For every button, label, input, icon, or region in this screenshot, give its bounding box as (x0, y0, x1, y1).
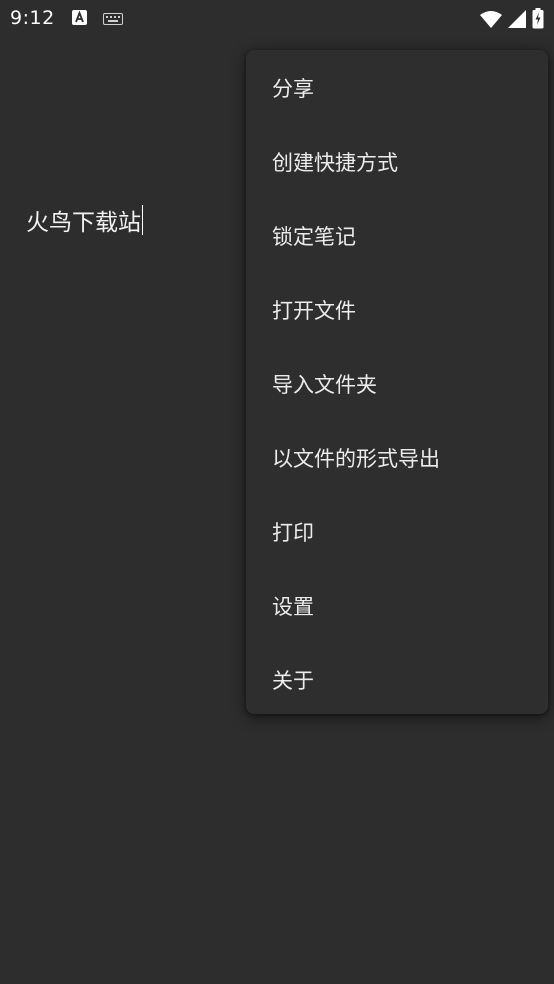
status-time: 9:12 (10, 7, 55, 29)
menu-item-label: 锁定笔记 (272, 225, 356, 249)
menu-item-label: 设置 (272, 595, 314, 619)
cell-signal-icon (508, 9, 526, 32)
menu-item-lock-note[interactable]: 锁定笔记 (246, 199, 548, 273)
status-bar: 9:12 (0, 0, 554, 38)
menu-item-label: 分享 (272, 77, 314, 101)
menu-item-share[interactable]: 分享 (246, 51, 548, 125)
keyboard-icon (103, 10, 123, 29)
menu-item-export-as-file[interactable]: 以文件的形式导出 (246, 421, 548, 495)
notification-icons (72, 10, 123, 29)
note-text: 火鸟下载站 (26, 210, 141, 236)
menu-item-open-file[interactable]: 打开文件 (246, 273, 548, 347)
wifi-icon (480, 10, 502, 32)
menu-item-label: 打开文件 (272, 299, 356, 323)
menu-item-settings[interactable]: 设置 (246, 569, 548, 643)
menu-item-import-folder[interactable]: 导入文件夹 (246, 347, 548, 421)
menu-item-label: 关于 (272, 669, 314, 693)
note-text-line[interactable]: 火鸟下载站 (26, 203, 143, 237)
menu-item-print[interactable]: 打印 (246, 495, 548, 569)
text-cursor (142, 205, 143, 235)
overflow-menu: 分享 创建快捷方式 锁定笔记 打开文件 导入文件夹 以文件的形式导出 打印 设置… (246, 50, 548, 714)
menu-item-label: 打印 (272, 521, 314, 545)
menu-item-about[interactable]: 关于 (246, 643, 548, 717)
font-a-icon (72, 10, 87, 29)
menu-item-create-shortcut[interactable]: 创建快捷方式 (246, 125, 548, 199)
menu-item-label: 导入文件夹 (272, 373, 377, 397)
battery-charging-icon (532, 8, 544, 33)
menu-item-label: 创建快捷方式 (272, 151, 398, 175)
menu-item-label: 以文件的形式导出 (272, 447, 440, 471)
system-icons (480, 8, 544, 33)
